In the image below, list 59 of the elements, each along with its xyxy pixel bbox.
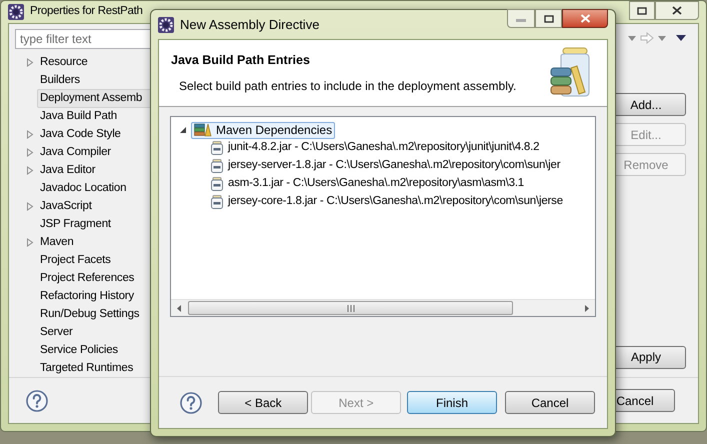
tree-item[interactable]: asm-3.1.jar - C:\Users\Ganesha\.m2\repository\asm\asm\3.1	[228, 175, 524, 193]
horizontal-scrollbar[interactable]	[171, 299, 595, 316]
nav-item[interactable]: Project References	[37, 268, 138, 288]
dialog-button[interactable]: Cancel	[505, 391, 595, 414]
collapsed-arrow-icon[interactable]	[26, 238, 34, 246]
nav-item[interactable]: Resource	[37, 52, 91, 72]
close-icon	[580, 14, 590, 23]
forward-arrow-icon[interactable]	[640, 32, 654, 44]
app-icon	[8, 4, 24, 20]
dropdown-arrow-icon[interactable]	[658, 36, 666, 40]
window-title: Properties for RestPath	[30, 4, 143, 20]
minimize-icon	[516, 19, 526, 22]
jar-file-icon	[211, 159, 223, 173]
maximize-icon	[637, 6, 647, 14]
books-icon	[194, 123, 212, 137]
dropdown-arrow-icon[interactable]	[628, 36, 636, 40]
jar-file-icon	[211, 177, 223, 191]
nav-item[interactable]: JavaScript	[37, 196, 95, 216]
grip-icon	[346, 304, 354, 312]
close-button[interactable]	[562, 9, 608, 28]
nav-item[interactable]: Project Facets	[37, 250, 114, 270]
app-icon	[158, 16, 174, 32]
tree-item[interactable]: Maven Dependencies	[191, 122, 336, 138]
tree-item[interactable]: junit-4.8.2.jar - C:\Users\Ganesha\.m2\repository\junit\junit\4.8.2	[228, 139, 540, 157]
nav-item[interactable]: Java Code Style	[37, 124, 124, 144]
tree-item[interactable]: jersey-core-1.8.jar - C:\Users\Ganesha\.m2\repository\com\sun\jerse	[228, 193, 563, 211]
expanded-arrow-icon[interactable]	[179, 126, 187, 134]
tree-item[interactable]: jersey-server-1.8.jar - C:\Users\Ganesha\.m2\repository\com\sun\jer	[228, 157, 560, 175]
dialog-button[interactable]: Finish	[407, 391, 497, 414]
help-icon[interactable]	[180, 392, 202, 414]
nav-item[interactable]: JSP Fragment	[37, 214, 114, 234]
collapsed-arrow-icon[interactable]	[26, 202, 34, 210]
collapsed-arrow-icon[interactable]	[26, 166, 34, 174]
nav-item[interactable]: Builders	[37, 70, 83, 90]
nav-item[interactable]: Java Build Path	[37, 106, 120, 126]
scrollbar-thumb[interactable]	[188, 301, 513, 315]
maximize-button[interactable]	[629, 1, 655, 20]
nav-item[interactable]: Javadoc Location	[37, 178, 130, 198]
collapsed-arrow-icon[interactable]	[26, 130, 34, 138]
nav-item[interactable]: Java Compiler	[37, 142, 114, 162]
dialog-button[interactable]: < Back	[218, 391, 308, 414]
close-icon	[672, 6, 682, 15]
nav-item[interactable]: Java Editor	[37, 160, 98, 180]
nav-item[interactable]: Run/Debug Settings	[37, 304, 142, 324]
view-menu-icon[interactable]	[676, 35, 686, 41]
nav-item[interactable]: Targeted Runtimes	[37, 358, 136, 378]
nav-item[interactable]: Maven	[37, 232, 77, 252]
nav-item[interactable]: Service Policies	[37, 340, 121, 360]
jar-file-icon	[211, 141, 223, 155]
close-button[interactable]	[655, 1, 699, 20]
page-heading: Java Build Path Entries	[171, 52, 311, 69]
jar-file-icon	[211, 195, 223, 209]
collapsed-arrow-icon[interactable]	[26, 148, 34, 156]
maximize-icon	[544, 14, 554, 22]
collapsed-arrow-icon[interactable]	[26, 58, 34, 66]
maximize-button[interactable]	[535, 9, 562, 28]
nav-item[interactable]: Server	[37, 322, 76, 342]
nav-item[interactable]: Refactoring History	[37, 286, 137, 306]
help-icon[interactable]	[26, 390, 48, 412]
